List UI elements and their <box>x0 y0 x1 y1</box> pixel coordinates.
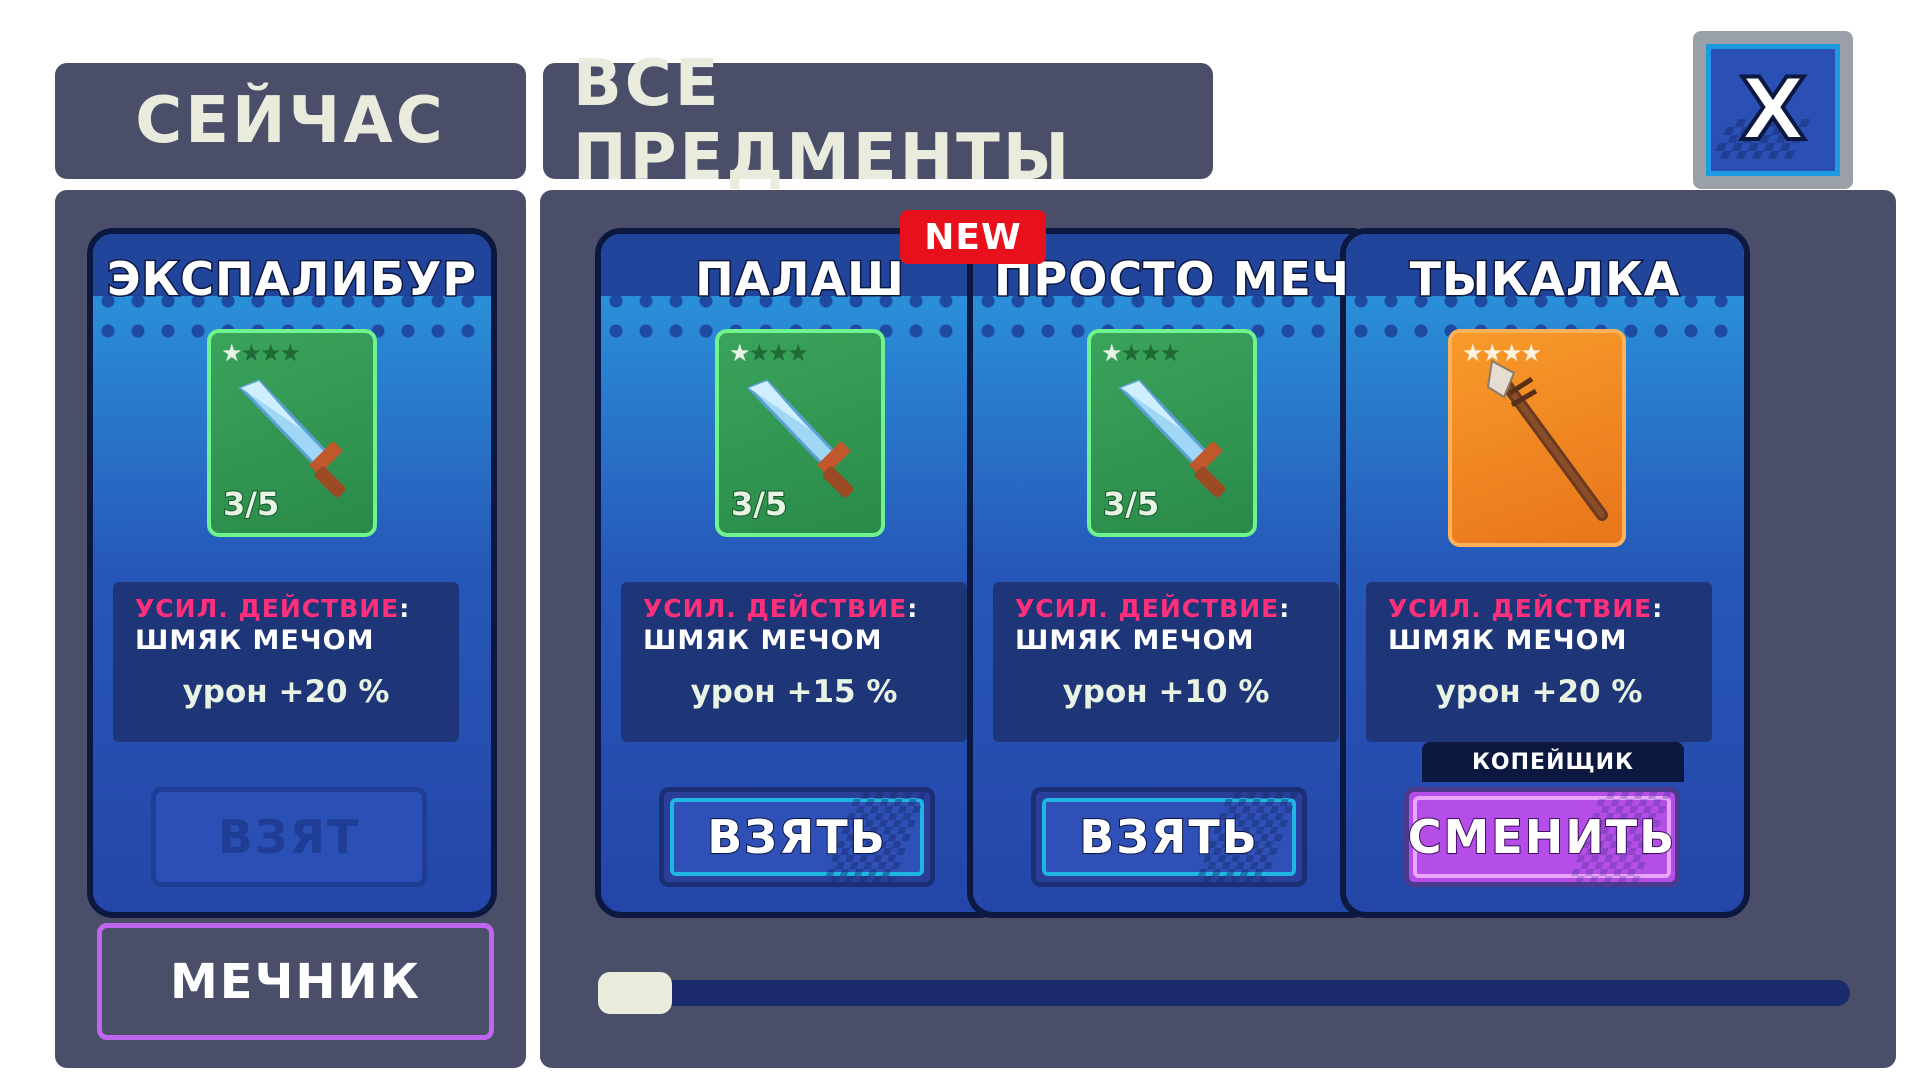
tab-all-items[interactable]: ВСЕ ПРЕДМЕНТЫ <box>543 47 1213 195</box>
damage-bonus: урон +10 % <box>1062 674 1270 710</box>
ability-box: УСИЛ. ДЕЙСТВИЕ: ШМЯК МЕЧОМ урон +15 % <box>621 582 967 742</box>
action-label: УСИЛ. ДЕЙСТВИЕ <box>1015 594 1280 623</box>
damage-bonus: урон +20 % <box>1435 674 1643 710</box>
item-card: ТЫКАЛКА ★★★★ УСИЛ. ДЕЙСТВИЕ: ШМЯК МЕЧОМ … <box>1340 228 1750 918</box>
item-rarity-box: ★★★★ <box>1448 329 1626 547</box>
take-button-disabled: ВЗЯТ <box>151 787 427 887</box>
class-tag: КОПЕЙЩИК <box>1422 742 1684 782</box>
skill-name: ШМЯК МЕЧОМ <box>1015 625 1255 656</box>
item-rarity-box: ★★★★ 3/5 <box>1087 329 1257 537</box>
skill-name: ШМЯК МЕЧОМ <box>1388 625 1628 656</box>
take-button[interactable]: ВЗЯТЬ <box>659 787 935 887</box>
close-button-frame[interactable]: X <box>1693 31 1853 189</box>
item-name: ТЫКАЛКА <box>1408 251 1681 308</box>
action-label: УСИЛ. ДЕЙСТВИЕ <box>1388 594 1653 623</box>
item-name: ЭКСПАЛИБУР <box>105 251 478 308</box>
shard-count: 3/5 <box>1102 484 1160 524</box>
action-label: УСИЛ. ДЕЙСТВИЕ <box>643 594 908 623</box>
skill-name: ШМЯК МЕЧОМ <box>643 625 883 656</box>
take-button[interactable]: ВЗЯТЬ <box>1031 787 1307 887</box>
damage-bonus: урон +15 % <box>690 674 898 710</box>
shard-count: 3/5 <box>222 484 280 524</box>
horizontal-scrollbar[interactable] <box>598 972 1850 1014</box>
all-items-panel: ПАЛАШ ★★★★ 3/5 УСИЛ. ДЕЙСТВИЕ: ШМЯК МЕЧО… <box>540 190 1896 1068</box>
item-card: ПРОСТО МЕЧ ★★★★ 3/5 УСИЛ. ДЕЙСТВИЕ: ШМЯК… <box>967 228 1377 918</box>
scrollbar-thumb[interactable] <box>598 972 672 1014</box>
damage-bonus: урон +20 % <box>182 674 390 710</box>
class-button[interactable]: МЕЧНИК <box>97 923 494 1040</box>
ability-box: УСИЛ. ДЕЙСТВИЕ: ШМЯК МЕЧОМ урон +10 % <box>993 582 1339 742</box>
spear-icon <box>1486 359 1608 521</box>
tab-now[interactable]: СЕЙЧАС <box>55 63 526 179</box>
close-icon: X <box>1738 58 1808 162</box>
shard-count: 3/5 <box>730 484 788 524</box>
item-rarity-box: ★★★★ 3/5 <box>715 329 885 537</box>
item-card: ПАЛАШ ★★★★ 3/5 УСИЛ. ДЕЙСТВИЕ: ШМЯК МЕЧО… <box>595 228 1005 918</box>
new-badge: NEW <box>900 210 1046 264</box>
item-rarity-box: ★★★★ 3/5 <box>207 329 377 537</box>
skill-name: ШМЯК МЕЧОМ <box>135 625 375 656</box>
ability-box: УСИЛ. ДЕЙСТВИЕ: ШМЯК МЕЧОМ урон +20 % <box>113 582 459 742</box>
current-item-card: ЭКСПАЛИБУР ★★★★ 3/5 УСИЛ. ДЕЙСТВИЕ: ШМЯК… <box>87 228 497 918</box>
ability-box: УСИЛ. ДЕЙСТВИЕ: ШМЯК МЕЧОМ урон +20 % <box>1366 582 1712 742</box>
close-button[interactable]: X <box>1706 44 1840 176</box>
change-button[interactable]: СМЕНИТЬ <box>1404 787 1680 887</box>
action-label: УСИЛ. ДЕЙСТВИЕ <box>135 594 400 623</box>
